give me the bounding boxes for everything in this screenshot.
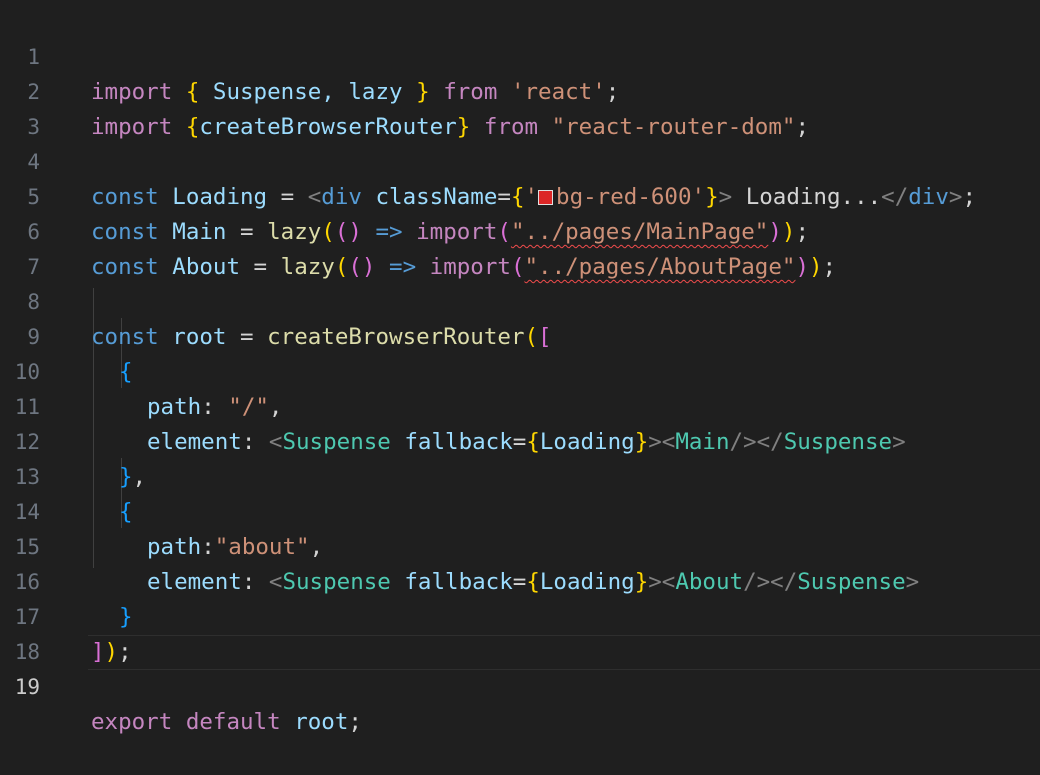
code-line[interactable]: 7 bbox=[0, 215, 1040, 279]
code-line[interactable]: 16 } bbox=[0, 530, 1040, 630]
code-line[interactable]: 18 bbox=[0, 600, 1040, 664]
token: export bbox=[91, 709, 173, 735]
code-line[interactable]: 9 { bbox=[0, 285, 1040, 385]
code-line[interactable]: 6 const About = lazy(() => import("../pa… bbox=[0, 180, 1040, 280]
line-number: 19 bbox=[14, 675, 40, 699]
code-line[interactable]: 2 import {createBrowserRouter} from "rea… bbox=[0, 40, 1040, 140]
code-line[interactable]: 4 const Loading = <div className={' bg-re… bbox=[0, 110, 1040, 210]
token: root bbox=[294, 709, 349, 735]
code-line[interactable]: 11 element: <Suspense fallback={Loading}… bbox=[0, 355, 1040, 455]
code-line[interactable]: 10 path: "/", bbox=[0, 320, 1040, 420]
code-line[interactable]: 3 bbox=[0, 75, 1040, 139]
token: ; bbox=[348, 709, 362, 735]
code-line[interactable]: 5 const Main = lazy(() => import("../pag… bbox=[0, 145, 1040, 245]
code-content[interactable]: export default root; bbox=[91, 705, 362, 740]
code-line[interactable]: 17 ]); bbox=[0, 565, 1040, 665]
code-line[interactable]: 12 }, bbox=[0, 390, 1040, 490]
code-line[interactable]: 13 { bbox=[0, 425, 1040, 525]
code-line[interactable]: 14 path:"about", bbox=[0, 460, 1040, 560]
code-line[interactable]: 8 const root = createBrowserRouter([ bbox=[0, 250, 1040, 350]
token: default bbox=[185, 709, 281, 735]
code-line[interactable]: 15 element: <Suspense fallback={Loading}… bbox=[0, 495, 1040, 595]
code-editor[interactable]: 1 import { Suspense, lazy } from 'react'… bbox=[0, 0, 1040, 735]
code-line[interactable]: 1 import { Suspense, lazy } from 'react'… bbox=[0, 5, 1040, 105]
code-line-active[interactable]: 19 export default root; bbox=[0, 635, 1040, 735]
